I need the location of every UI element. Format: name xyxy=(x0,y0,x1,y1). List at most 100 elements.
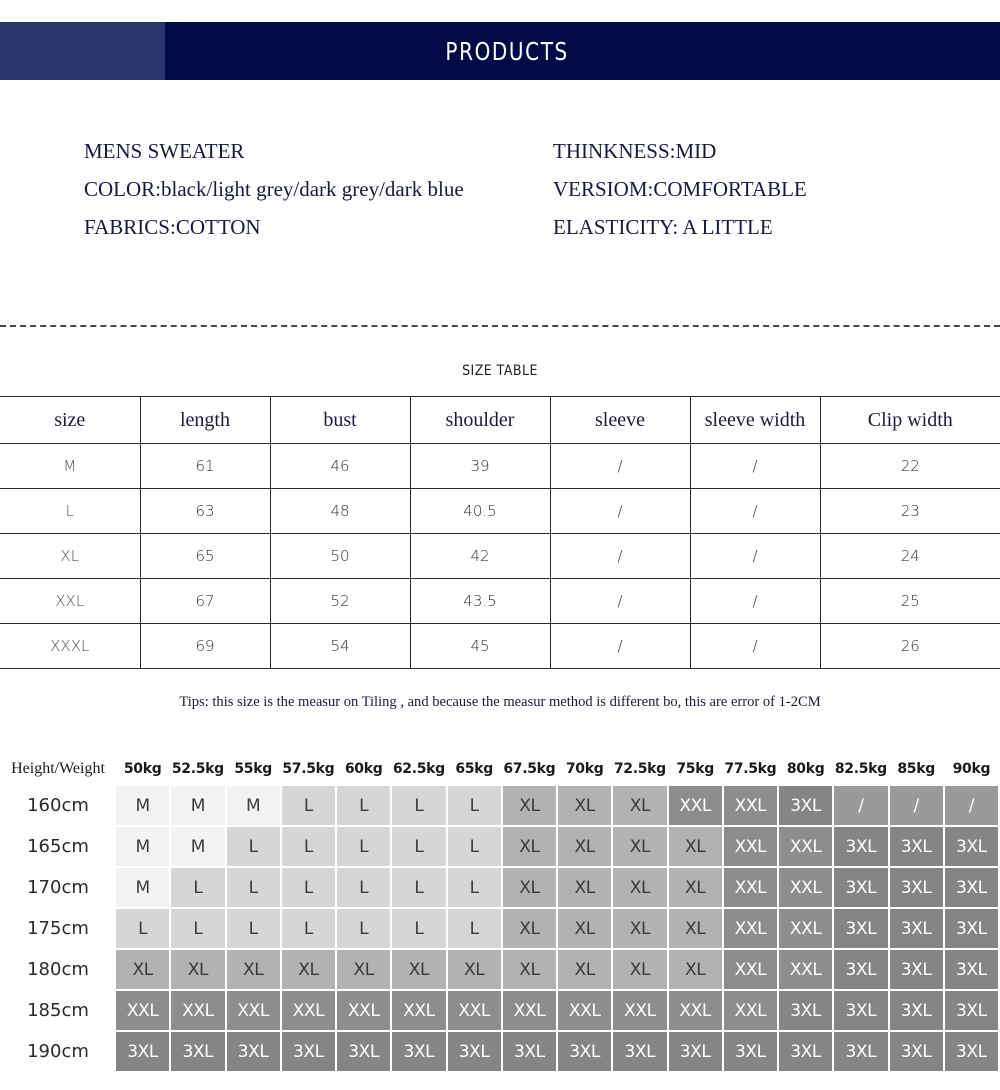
size-recommendation-cell: M xyxy=(116,827,170,866)
size-value-cell: / xyxy=(549,443,691,489)
size-recommendation-cell: XL xyxy=(558,868,612,907)
size-recommendation-cell: M xyxy=(171,827,225,866)
spec-color: COLOR:black/light grey/dark grey/dark bl… xyxy=(84,177,464,201)
size-recommendation-cell: L xyxy=(171,909,225,948)
size-recommendation-cell: L xyxy=(281,786,335,825)
size-value-cell: 67 xyxy=(139,578,271,624)
size-recommendation-cell: 3XL xyxy=(116,1032,170,1071)
product-specs: MENS SWEATER COLOR:black/light grey/dark… xyxy=(0,132,1000,272)
size-recommendation-cell: 3XL xyxy=(834,909,888,948)
size-recommendation-cell: 3XL xyxy=(944,827,998,866)
height-weight-table: Height/Weight 50kg 52.5kg 55kg 57.5kg 60kg 62.… xyxy=(0,752,1000,1073)
weight-column-header: 90kg xyxy=(952,761,991,777)
size-recommendation-cell: L xyxy=(392,909,446,948)
size-value-cell: / xyxy=(689,488,821,534)
spec-elasticity: ELASTICITY: A LITTLE xyxy=(553,215,773,239)
size-recommendation-cell: 3XL xyxy=(337,1032,391,1071)
size-recommendation-cell: XXL xyxy=(668,786,722,825)
size-recommendation-cell: 3XL xyxy=(723,1032,777,1071)
size-table-col-header: shoulder xyxy=(409,396,551,444)
size-recommendation-cell: L xyxy=(116,909,170,948)
size-recommendation-cell: XXL xyxy=(779,868,833,907)
size-recommendation-cell: XXL xyxy=(723,786,777,825)
size-value-cell: 52 xyxy=(269,578,411,624)
size-recommendation-cell: L xyxy=(447,868,501,907)
size-table-col-header: length xyxy=(139,396,271,444)
size-recommendation-cell: L xyxy=(337,786,391,825)
height-row-header: 175cm xyxy=(27,918,89,939)
size-recommendation-cell: L xyxy=(447,909,501,948)
weight-column-header: 75kg xyxy=(676,761,714,777)
size-recommendation-cell: / xyxy=(889,786,943,825)
size-recommendation-cell: 3XL xyxy=(834,950,888,989)
size-recommendation-cell: XXL xyxy=(723,950,777,989)
height-weight-row: 185cm XXL XXL XXL XXL XXL XXL XXL XXL XXL XXL XXL XX… xyxy=(2,991,998,1030)
size-recommendation-cell: XL xyxy=(226,950,280,989)
size-recommendation-cell: XL xyxy=(281,950,335,989)
size-recommendation-cell: 3XL xyxy=(281,1032,335,1071)
size-recommendation-cell: XXL xyxy=(668,991,722,1030)
weight-column-header: 52.5kg xyxy=(171,761,224,777)
size-tips-note: Tips: this size is the measur on Tiling … xyxy=(179,694,821,710)
height-weight-head: Height/Weight 50kg 52.5kg 55kg 57.5kg 60kg 62.… xyxy=(2,754,998,784)
size-recommendation-cell: 3XL xyxy=(834,991,888,1030)
size-recommendation-cell: L xyxy=(226,827,280,866)
section-divider xyxy=(0,325,1000,327)
size-value-cell: / xyxy=(549,623,691,669)
size-recommendation-cell: 3XL xyxy=(392,1032,446,1071)
size-recommendation-cell: 3XL xyxy=(558,1032,612,1071)
size-recommendation-cell: XXL xyxy=(337,991,391,1030)
weight-column-header: 82.5kg xyxy=(834,761,887,777)
size-label-cell: XL xyxy=(0,533,141,579)
size-value-cell: 25 xyxy=(819,578,1000,624)
size-recommendation-cell: XXL xyxy=(558,991,612,1030)
size-label-cell: M xyxy=(0,443,141,489)
spec-column-left: MENS SWEATER COLOR:black/light grey/dark… xyxy=(84,132,464,246)
size-label-cell: L xyxy=(0,488,141,534)
size-recommendation-cell: 3XL xyxy=(226,1032,280,1071)
size-recommendation-cell: M xyxy=(226,786,280,825)
size-recommendation-cell: 3XL xyxy=(889,868,943,907)
table-row: XXL 67 52 43.5//25 xyxy=(0,578,1000,624)
size-recommendation-cell: XL xyxy=(558,909,612,948)
size-label-cell: XXXL xyxy=(0,623,141,669)
size-recommendation-cell: XXL xyxy=(226,991,280,1030)
size-recommendation-cell: 3XL xyxy=(779,1032,833,1071)
size-recommendation-cell: M xyxy=(171,786,225,825)
size-recommendation-cell: XXL xyxy=(116,991,170,1030)
size-recommendation-cell: L xyxy=(171,868,225,907)
height-row-header: 185cm xyxy=(27,1000,89,1021)
size-value-cell: / xyxy=(549,533,691,579)
size-table-col-header: sleeve width xyxy=(689,396,821,444)
height-weight-row: 175cm L L L L L L L XL XL XL XL XXL XXL 3XL 3XL 3XL xyxy=(2,909,998,948)
size-recommendation-cell: M xyxy=(116,868,170,907)
size-recommendation-cell: 3XL xyxy=(944,909,998,948)
size-recommendation-cell: 3XL xyxy=(779,786,833,825)
size-value-cell: 61 xyxy=(139,443,271,489)
size-recommendation-cell: 3XL xyxy=(944,991,998,1030)
size-value-cell: 43.5 xyxy=(409,578,551,624)
size-recommendation-cell: XL xyxy=(171,950,225,989)
weight-column-header: 67.5kg xyxy=(503,761,556,777)
size-value-cell: 42 xyxy=(409,533,551,579)
height-weight-row: 165cm M M L L L L L XL XL XL XL XXL XXL 3XL 3XL 3XL xyxy=(2,827,998,866)
size-recommendation-cell: L xyxy=(392,786,446,825)
spec-column-right: THINKNESS:MID VERSIOM:COMFORTABLE ELASTI… xyxy=(553,132,807,246)
weight-column-header: 57.5kg xyxy=(282,761,335,777)
size-recommendation-cell: XL xyxy=(502,827,556,866)
size-recommendation-cell: XXL xyxy=(392,991,446,1030)
weight-column-header: 50kg xyxy=(123,761,162,777)
size-recommendation-cell: L xyxy=(392,827,446,866)
size-recommendation-cell: XL xyxy=(502,909,556,948)
size-table-col-header: Clip width xyxy=(819,396,1000,444)
size-recommendation-cell: XL xyxy=(502,786,556,825)
size-recommendation-cell: 3XL xyxy=(889,991,943,1030)
size-recommendation-cell: L xyxy=(337,909,391,948)
weight-column-header: 55kg xyxy=(234,761,272,777)
size-recommendation-cell: XL xyxy=(558,786,612,825)
height-row-header: 160cm xyxy=(27,795,89,816)
size-recommendation-cell: XXL xyxy=(723,909,777,948)
weight-column-header: 72.5kg xyxy=(613,761,666,777)
size-table-col-header: bust xyxy=(269,396,411,444)
height-row-header: 165cm xyxy=(27,836,89,857)
